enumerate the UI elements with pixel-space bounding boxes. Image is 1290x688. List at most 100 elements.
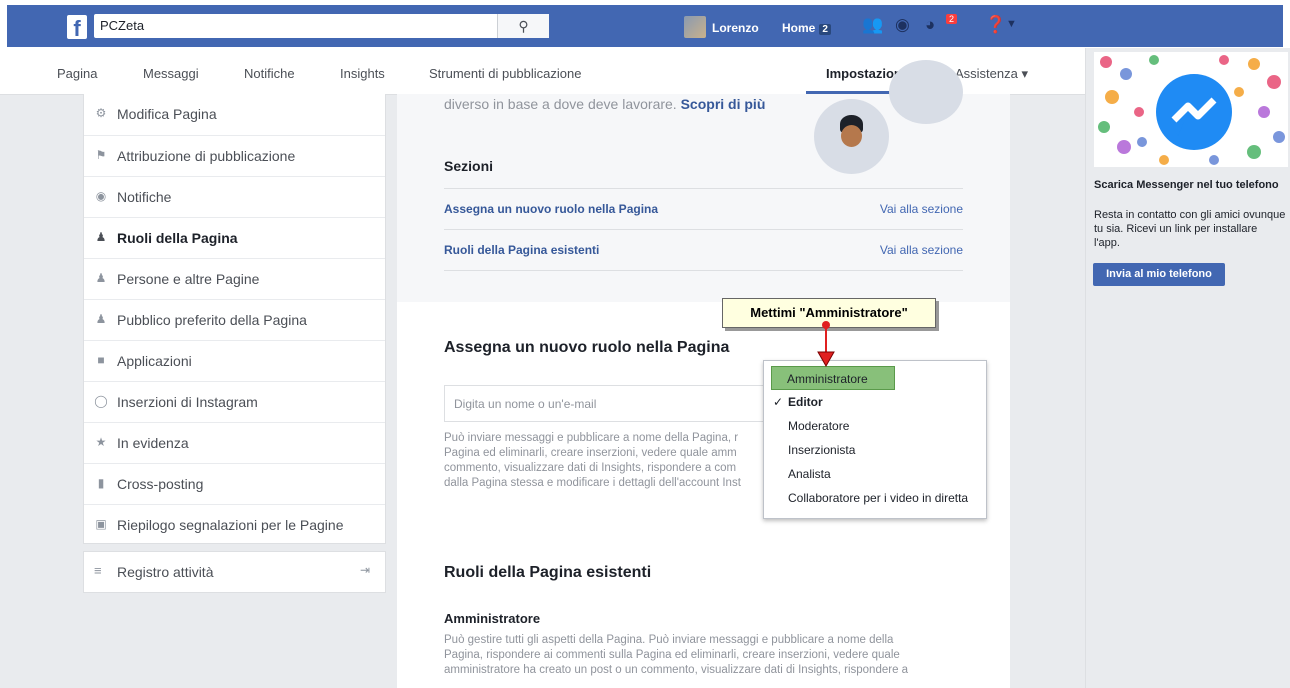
cube-icon: ■ — [97, 353, 105, 367]
section-link[interactable]: Assegna un nuovo ruolo nella Pagina — [444, 202, 658, 216]
list-icon: ≡ — [94, 563, 102, 578]
tab-insights[interactable]: Insights — [340, 66, 385, 81]
intro-text: diverso in base a dove deve lavorare. Sc… — [444, 96, 765, 112]
sidebar-item-label: Ruoli della Pagina — [117, 230, 238, 246]
tab-pagina[interactable]: Pagina — [57, 66, 97, 81]
sidebar-item-applicazioni[interactable]: ■ Applicazioni — [84, 340, 385, 382]
sections-title: Sezioni — [444, 158, 494, 174]
send-to-phone-button[interactable]: Invia al mio telefono — [1093, 263, 1225, 286]
sidebar-item-riepilogo[interactable]: ▣ Riepilogo segnalazioni per le Pagine — [84, 504, 385, 546]
ad-body: Resta in contatto con gli amici ovunque … — [1094, 209, 1286, 249]
illustration-circle — [889, 60, 963, 124]
sidebar-item-label: In evidenza — [117, 435, 189, 451]
sidebar-item-label: Riepilogo segnalazioni per le Pagine — [117, 517, 344, 533]
name-email-input[interactable]: Digita un nome o un'e-mail — [444, 385, 766, 422]
goto-section-link[interactable]: Vai alla sezione — [880, 243, 963, 257]
checkmark-icon: ✓ — [773, 395, 784, 409]
illustration-person — [814, 99, 889, 174]
home-link[interactable]: Home 2 — [782, 21, 831, 35]
role-option-moderatore[interactable]: Moderatore — [788, 419, 849, 433]
search-input[interactable] — [94, 14, 548, 38]
role-option-collaboratore[interactable]: Collaboratore per i video in diretta — [788, 491, 968, 505]
sidebar-item-in-evidenza[interactable]: ★ In evidenza — [84, 422, 385, 464]
desc-line: commento, visualizzare dati di Insights,… — [444, 462, 737, 474]
sidebar-item-notifiche[interactable]: ◉ Notifiche — [84, 176, 385, 218]
search-icon: ⚲ — [518, 18, 529, 34]
globe-icon: ◉ — [95, 189, 107, 203]
sidebar-item-label: Applicazioni — [117, 353, 192, 369]
sidebar-item-label: Inserzioni di Instagram — [117, 394, 258, 410]
role-option-editor[interactable]: Editor — [788, 395, 823, 409]
help-icon[interactable]: ❓ — [985, 15, 1006, 35]
desc-line: Può inviare messaggi e pubblicare a nome… — [444, 432, 739, 444]
instagram-icon: ◯ — [94, 394, 108, 408]
avatar[interactable] — [684, 16, 706, 38]
search-input-value: PCZeta — [100, 18, 145, 33]
sidebar-item-label: Modifica Pagina — [117, 106, 217, 122]
admin-description: Può gestire tutti gli aspetti della Pagi… — [444, 633, 964, 678]
sidebar-item-label: Pubblico preferito della Pagina — [117, 312, 307, 328]
friend-requests-icon[interactable]: 👥 — [862, 15, 883, 35]
activity-log-label: Registro attività — [117, 564, 214, 580]
intro-text-body: diverso in base a dove deve lavorare. — [444, 96, 677, 112]
home-label: Home — [782, 21, 816, 35]
messenger-icon[interactable]: ◉ — [895, 15, 910, 35]
account-menu-chevron-down-icon[interactable]: ▼ — [1006, 18, 1017, 30]
sidebar-item-label: Attribuzione di pubblicazione — [117, 148, 296, 164]
emoji-pattern — [1098, 55, 1285, 165]
section-row-assign[interactable]: Assegna un nuovo ruolo nella Pagina Vai a… — [444, 188, 963, 229]
tab-assistenza[interactable]: Assistenza ▾ — [955, 66, 1028, 82]
tab-notifiche[interactable]: Notifiche — [244, 66, 295, 81]
role-option-inserzionista[interactable]: Inserzionista — [788, 443, 855, 457]
sidebar-item-modifica-pagina[interactable]: ⚙ Modifica Pagina — [84, 94, 385, 135]
desc-line: dalla Pagina stessa e modificare i detta… — [444, 477, 741, 489]
profile-link[interactable]: Lorenzo — [712, 21, 759, 35]
sidebar-item-label: Cross-posting — [117, 476, 204, 492]
ad-title[interactable]: Scarica Messenger nel tuo telefono — [1094, 178, 1284, 192]
desc-line: Può gestire tutti gli aspetti della Pagi… — [444, 634, 894, 646]
tab-messaggi[interactable]: Messaggi — [143, 66, 199, 81]
role-description: Può inviare messaggi e pubblicare a nome… — [444, 431, 764, 491]
sidebar-item-persone[interactable]: ♟ Persone e altre Pagine — [84, 258, 385, 300]
input-placeholder: Digita un nome o un'e-mail — [454, 397, 597, 411]
sidebar-item-label: Persone e altre Pagine — [117, 271, 260, 287]
people-icon: ♟ — [95, 271, 107, 285]
flag-icon: ⚑ — [95, 148, 107, 162]
existing-roles-title: Ruoli della Pagina esistenti — [444, 564, 652, 581]
section-row-existing[interactable]: Ruoli della Pagina esistenti Vai alla sez… — [444, 229, 963, 271]
sidebar-item-instagram[interactable]: ◯ Inserzioni di Instagram — [84, 381, 385, 423]
callout-arrow-icon — [817, 321, 835, 368]
role-option-amministratore[interactable]: Amministratore — [771, 366, 895, 390]
video-icon: ▮ — [97, 476, 105, 490]
home-count-badge: 2 — [819, 24, 831, 35]
learn-more-link[interactable]: Scopri di più — [681, 96, 766, 112]
people-icon: ♟ — [95, 312, 107, 326]
gear-icon: ⚙ — [95, 106, 107, 120]
assign-role-title: Assegna un nuovo ruolo nella Pagina — [444, 339, 730, 356]
illustration-face — [841, 125, 862, 147]
star-icon: ★ — [95, 435, 107, 449]
search-button[interactable]: ⚲ — [497, 14, 549, 38]
role-option-analista[interactable]: Analista — [788, 467, 831, 481]
person-icon: ♟ — [95, 230, 107, 244]
open-icon: ⇥ — [360, 563, 371, 577]
tab-strumenti[interactable]: Strumenti di pubblicazione — [429, 66, 581, 81]
section-link[interactable]: Ruoli della Pagina esistenti — [444, 243, 599, 257]
facebook-logo-icon[interactable]: f — [67, 15, 87, 39]
desc-line: Pagina ed eliminarli, creare inserzioni,… — [444, 447, 737, 459]
notifications-globe-icon[interactable]: ◕ — [925, 15, 935, 35]
sidebar-item-pubblico[interactable]: ♟ Pubblico preferito della Pagina — [84, 299, 385, 341]
messenger-ad-image[interactable] — [1094, 52, 1288, 167]
sidebar-item-ruoli[interactable]: ♟ Ruoli della Pagina — [84, 217, 385, 259]
admin-subtitle: Amministratore — [444, 611, 541, 626]
desc-line: amministratore ha creato un post o un co… — [444, 664, 909, 676]
notifications-badge: 2 — [946, 14, 958, 24]
facebook-icon: ▣ — [95, 517, 107, 531]
sidebar-item-attribuzione[interactable]: ⚑ Attribuzione di pubblicazione — [84, 135, 385, 177]
desc-line: Pagina, rispondere ai commenti sulla Pag… — [444, 649, 900, 661]
goto-section-link[interactable]: Vai alla sezione — [880, 202, 963, 216]
sidebar-item-label: Notifiche — [117, 189, 172, 205]
sidebar-item-cross-posting[interactable]: ▮ Cross-posting — [84, 463, 385, 505]
settings-sidebar: ⚙ Modifica Pagina ⚑ Attribuzione di pubbli… — [83, 94, 386, 544]
activity-log-link[interactable]: ≡ Registro attività ⇥ — [83, 551, 386, 593]
